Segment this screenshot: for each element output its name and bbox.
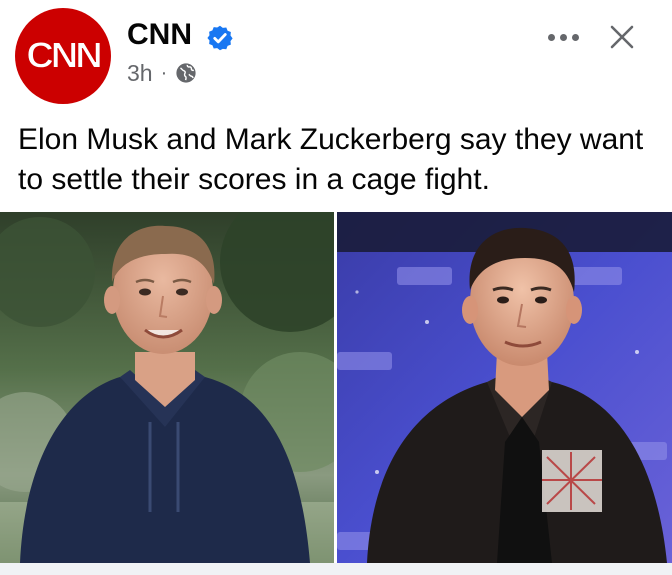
avatar-logo-text: CNN <box>26 35 103 76</box>
more-dot <box>571 33 579 41</box>
verified-badge-icon <box>207 25 233 51</box>
more-options-icon[interactable] <box>543 22 583 52</box>
page-name[interactable]: CNN <box>127 18 192 52</box>
photo-musk-image <box>337 212 672 563</box>
photo-zuckerberg-image <box>0 212 334 563</box>
post-time[interactable]: 3h <box>127 60 153 87</box>
globe-icon[interactable] <box>175 62 197 84</box>
photo-grid <box>0 212 672 563</box>
post-footer-divider <box>0 563 672 575</box>
meta-separator: · <box>160 61 168 84</box>
more-dot <box>547 33 555 41</box>
page-avatar[interactable]: CNN <box>15 8 111 104</box>
post-meta: 3h · <box>127 58 197 88</box>
post-header: CNN CNN 3h · <box>0 0 672 110</box>
post-text: Elon Musk and Mark Zuckerberg say they w… <box>18 123 644 196</box>
more-dot <box>559 33 567 41</box>
photo-zuckerberg[interactable] <box>0 212 334 563</box>
close-icon[interactable] <box>605 20 639 54</box>
photo-musk[interactable] <box>337 212 672 563</box>
